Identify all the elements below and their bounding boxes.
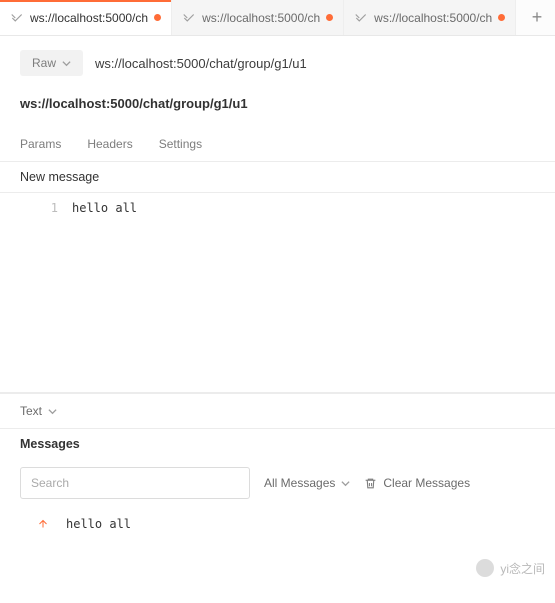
tab-request-1[interactable]: ws://localhost:5000/ch — [0, 0, 172, 35]
unsaved-dot-icon — [326, 14, 333, 21]
tab-params[interactable]: Params — [20, 131, 61, 161]
tab-label: ws://localhost:5000/ch — [202, 11, 320, 25]
message-editor[interactable]: 1 hello all — [0, 193, 555, 393]
raw-dropdown[interactable]: Raw — [20, 50, 83, 76]
tab-settings[interactable]: Settings — [159, 131, 202, 161]
websocket-icon — [182, 11, 196, 25]
message-text: hello all — [66, 517, 131, 531]
chevron-down-icon — [341, 479, 350, 488]
tab-label: ws://localhost:5000/ch — [374, 11, 492, 25]
new-tab-button[interactable]: + — [519, 0, 555, 35]
messages-section-title: Messages — [0, 428, 555, 459]
arrow-up-icon — [36, 517, 50, 531]
trash-icon — [364, 477, 377, 490]
request-title: ws://localhost:5000/chat/group/g1/u1 — [0, 86, 555, 125]
messages-search-input[interactable] — [20, 467, 250, 499]
watermark-logo-icon — [476, 559, 494, 577]
message-row[interactable]: hello all — [0, 507, 555, 547]
unsaved-dot-icon — [154, 14, 161, 21]
editor-section-title: New message — [0, 161, 555, 193]
messages-filter-dropdown[interactable]: All Messages — [264, 476, 350, 490]
response-toolbar: Text — [0, 393, 555, 428]
messages-toolbar: All Messages Clear Messages — [0, 459, 555, 507]
request-subtabs: Params Headers Settings — [0, 125, 555, 161]
tab-headers[interactable]: Headers — [87, 131, 132, 161]
raw-label: Raw — [32, 56, 56, 70]
watermark: yi念之间 — [476, 559, 545, 577]
url-bar: Raw ws://localhost:5000/chat/group/g1/u1 — [0, 36, 555, 86]
clear-messages-button[interactable]: Clear Messages — [364, 476, 470, 490]
chevron-down-icon — [62, 59, 71, 68]
chevron-down-icon — [48, 407, 57, 416]
response-type-dropdown[interactable]: Text — [20, 404, 57, 418]
tab-request-3[interactable]: ws://localhost:5000/ch — [344, 0, 516, 35]
tab-request-2[interactable]: ws://localhost:5000/ch — [172, 0, 344, 35]
watermark-text: yi念之间 — [500, 560, 545, 577]
unsaved-dot-icon — [498, 14, 505, 21]
plus-icon: + — [532, 7, 543, 28]
clear-label: Clear Messages — [383, 476, 470, 490]
websocket-icon — [354, 11, 368, 25]
tab-bar: ws://localhost:5000/ch ws://localhost:50… — [0, 0, 555, 36]
websocket-icon — [10, 11, 24, 25]
tab-label: ws://localhost:5000/ch — [30, 11, 148, 25]
editor-content[interactable]: hello all — [58, 199, 137, 215]
line-number: 1 — [30, 199, 58, 215]
request-url[interactable]: ws://localhost:5000/chat/group/g1/u1 — [95, 56, 307, 71]
filter-label: All Messages — [264, 476, 335, 490]
response-type-label: Text — [20, 404, 42, 418]
